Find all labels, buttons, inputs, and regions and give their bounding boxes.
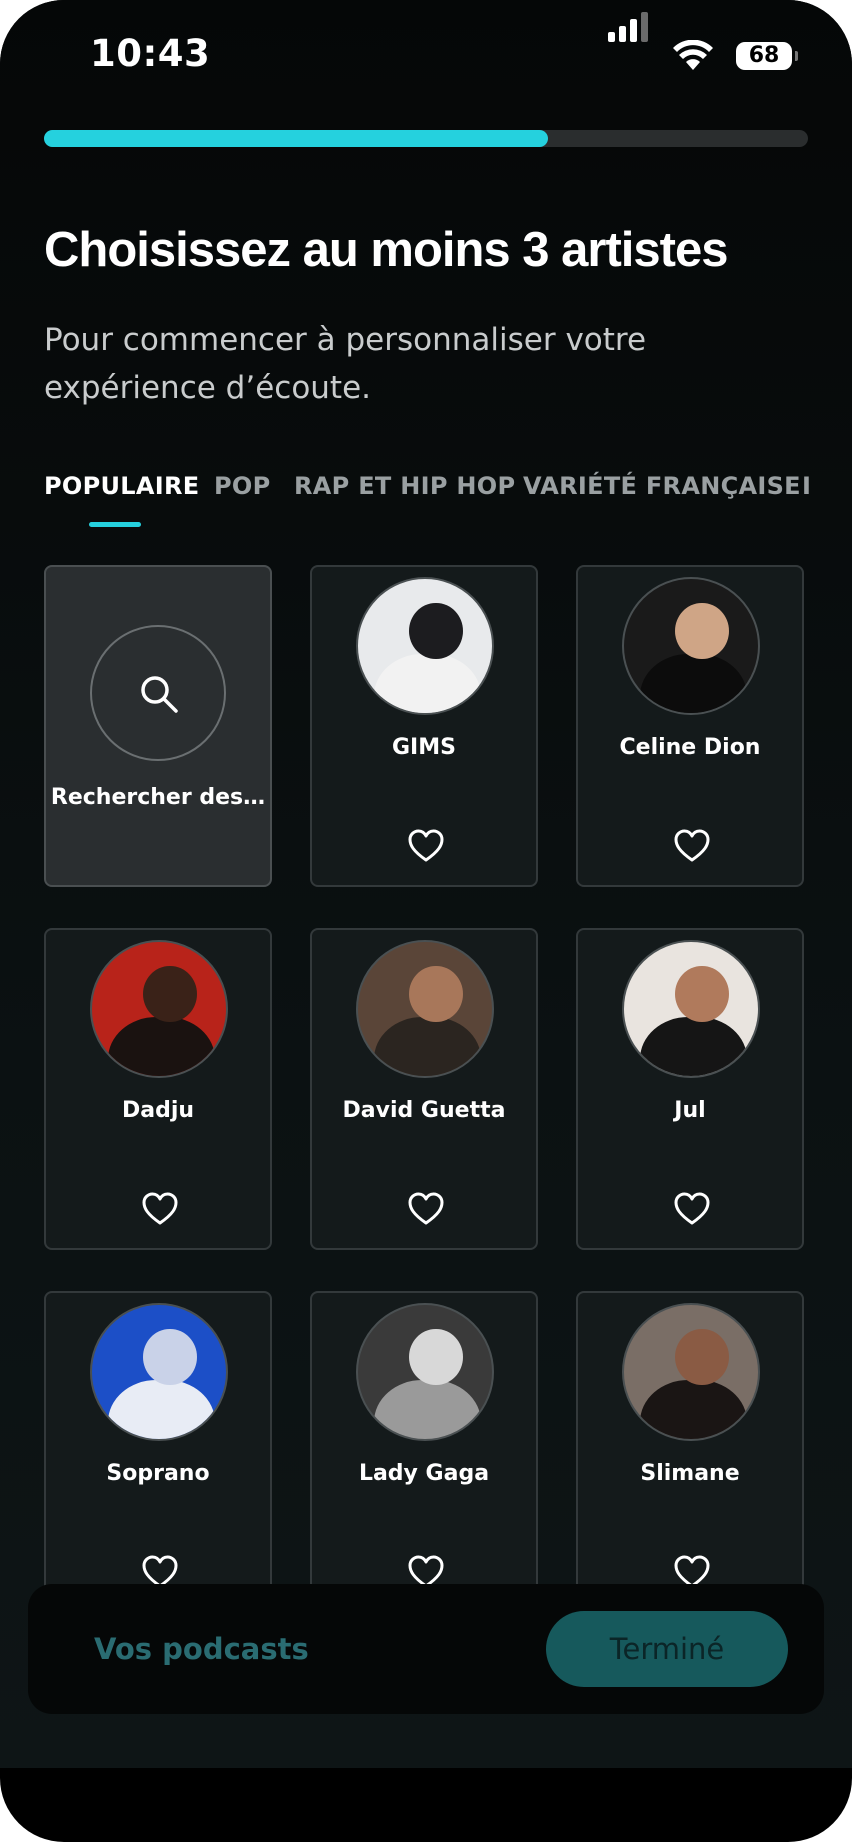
- artist-name: Celine Dion: [619, 735, 761, 760]
- tab-rap-hip-hop[interactable]: RAP ET HIP HOP: [294, 472, 515, 500]
- artist-card[interactable]: Jul: [576, 928, 804, 1250]
- heart-outline-icon[interactable]: [674, 829, 710, 863]
- heart-outline-icon[interactable]: [142, 1192, 178, 1226]
- artist-card[interactable]: Dadju: [44, 928, 272, 1250]
- artist-photo: [90, 940, 228, 1078]
- tab-next[interactable]: I: [802, 472, 810, 500]
- artist-name: Jul: [674, 1098, 706, 1123]
- artist-name: Slimane: [640, 1461, 740, 1486]
- artist-photo: [622, 577, 760, 715]
- tab-variete-francaise[interactable]: VARIÉTÉ FRANÇAISE: [523, 472, 801, 500]
- artist-card[interactable]: Lady Gaga: [310, 1291, 538, 1613]
- search-icon: [141, 676, 178, 713]
- podcasts-link[interactable]: Vos podcasts: [94, 1632, 309, 1666]
- onboarding-progress-bar: [44, 130, 808, 147]
- screen: 10:43 68 Choisissez au moins 3 artistes …: [0, 0, 852, 1768]
- heart-outline-icon[interactable]: [408, 829, 444, 863]
- artist-name: GIMS: [392, 735, 456, 760]
- artist-name: David Guetta: [342, 1098, 506, 1123]
- tab-pop[interactable]: POP: [214, 472, 270, 500]
- artist-photo: [356, 1303, 494, 1441]
- bottom-action-bar: Vos podcasts Terminé: [28, 1584, 824, 1714]
- artist-name: Dadju: [121, 1098, 195, 1123]
- artist-name: Lady Gaga: [358, 1461, 490, 1486]
- artist-photo: [356, 940, 494, 1078]
- artist-card[interactable]: David Guetta: [310, 928, 538, 1250]
- page-title: Choisissez au moins 3 artistes: [44, 223, 728, 277]
- artist-card[interactable]: Slimane: [576, 1291, 804, 1613]
- active-tab-indicator: [89, 522, 141, 527]
- battery-icon: 68: [736, 42, 798, 70]
- artist-card[interactable]: Soprano: [44, 1291, 272, 1613]
- genre-tabs: POPULAIRE POP RAP ET HIP HOP VARIÉTÉ FRA…: [0, 460, 810, 540]
- page-subtitle: Pour commencer à personnaliser votre exp…: [44, 322, 647, 406]
- artist-photo: [356, 577, 494, 715]
- artist-photo: [90, 1303, 228, 1441]
- phone-frame: 10:43 68 Choisissez au moins 3 artistes …: [0, 0, 852, 1842]
- search-button[interactable]: [90, 625, 226, 761]
- heart-outline-icon[interactable]: [408, 1192, 444, 1226]
- status-time: 10:43: [90, 32, 211, 75]
- artist-card[interactable]: GIMS: [310, 565, 538, 887]
- done-button[interactable]: Terminé: [546, 1611, 788, 1687]
- search-card-label: Rechercher des…: [50, 785, 266, 810]
- artist-photo: [622, 940, 760, 1078]
- heart-outline-icon[interactable]: [674, 1192, 710, 1226]
- artist-name: Soprano: [106, 1461, 210, 1486]
- tab-populaire[interactable]: POPULAIRE: [44, 472, 199, 500]
- artist-photo: [622, 1303, 760, 1441]
- wifi-icon: [673, 40, 713, 70]
- artist-card[interactable]: Celine Dion: [576, 565, 804, 887]
- search-artists-card[interactable]: Rechercher des…: [44, 565, 272, 887]
- progress-fill: [44, 130, 549, 147]
